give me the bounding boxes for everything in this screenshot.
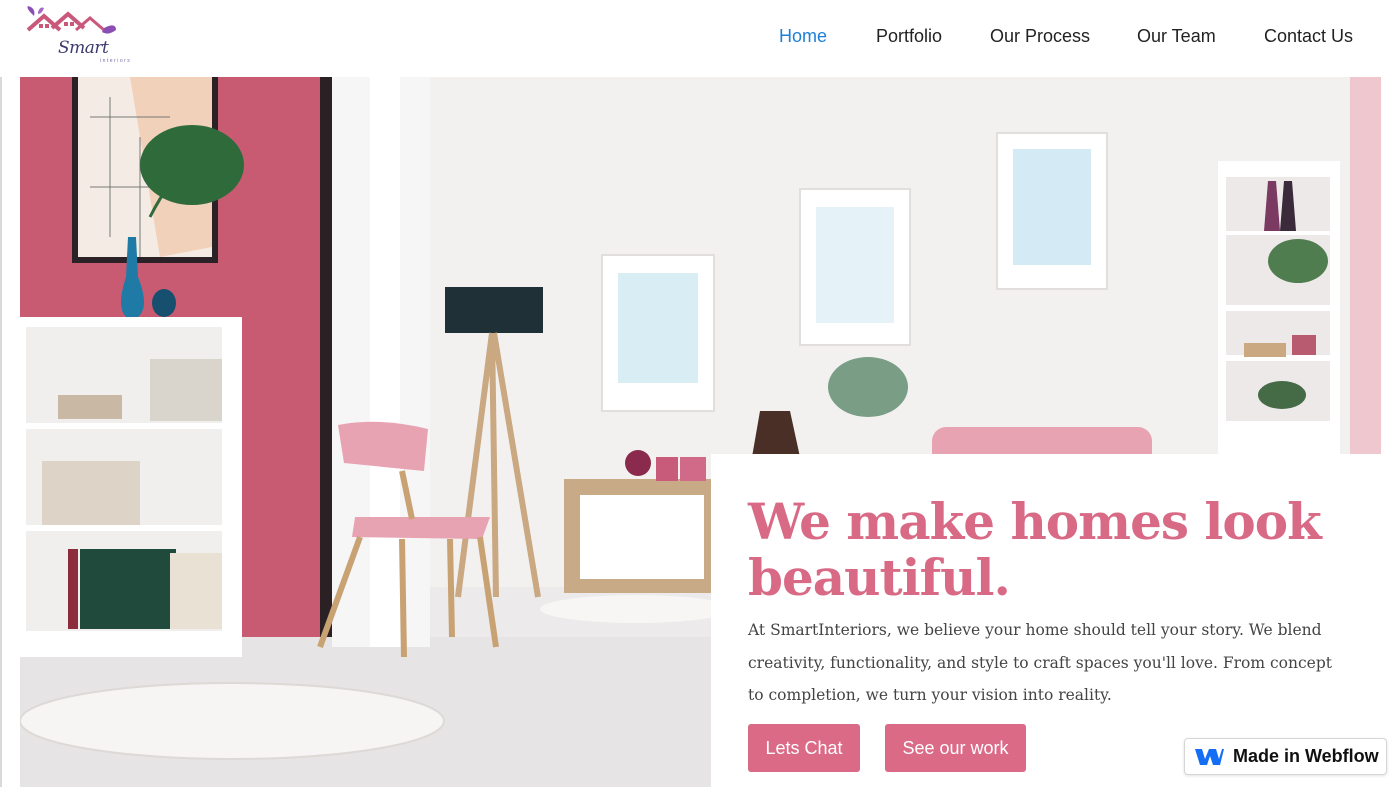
- logo-text: Smart: [58, 38, 109, 58]
- nav-contact-us[interactable]: Contact Us: [1264, 26, 1353, 47]
- webflow-logo-icon: [1195, 748, 1224, 765]
- hero-description: At SmartInteriors, we believe your home …: [748, 621, 1333, 704]
- nav-portfolio[interactable]: Portfolio: [876, 26, 942, 47]
- hero-headline: We make homes look beautiful.: [748, 492, 1322, 607]
- logo-subtext: interiors: [100, 58, 132, 64]
- see-our-work-button[interactable]: See our work: [885, 724, 1026, 772]
- page-left-border: [0, 0, 2, 787]
- nav-our-process[interactable]: Our Process: [990, 26, 1090, 47]
- nav-home[interactable]: Home: [779, 26, 827, 47]
- nav-our-team[interactable]: Our Team: [1137, 26, 1216, 47]
- lets-chat-button[interactable]: Lets Chat: [748, 724, 860, 772]
- brand-logo[interactable]: Smart interiors: [24, 4, 130, 66]
- site-header: Smart interiors Home Portfolio Our Proce…: [0, 0, 1400, 77]
- badge-label: Made in Webflow: [1233, 746, 1379, 766]
- made-in-webflow-badge[interactable]: Made in Webflow: [1184, 738, 1387, 775]
